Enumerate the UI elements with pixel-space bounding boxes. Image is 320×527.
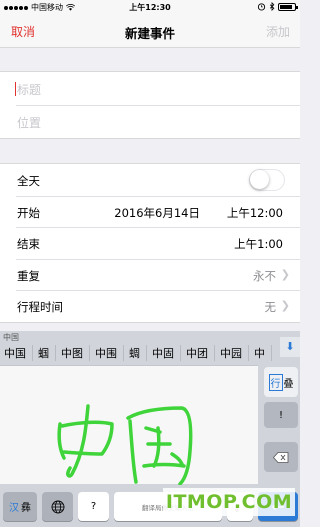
globe-icon: [51, 500, 64, 513]
start-row[interactable]: 开始 2016年6月14日 上午12:00: [0, 195, 300, 228]
delete-key[interactable]: [264, 442, 298, 472]
toggle-knob: [250, 170, 269, 189]
candidate-item[interactable]: 中固: [152, 344, 181, 361]
title-location-group: 标题 位置: [0, 71, 300, 139]
page-title: 新建事件: [124, 26, 175, 41]
all-day-row: 全天: [0, 164, 300, 196]
lang-other: 彝: [21, 503, 31, 514]
all-day-label: 全天: [17, 174, 40, 188]
travel-time-value: 无: [264, 300, 277, 314]
travel-time-row[interactable]: 行程时间 无 ❯: [0, 290, 300, 322]
bluetooth-icon: [269, 2, 275, 11]
title-field[interactable]: 标题: [0, 72, 300, 105]
navigation-bar: 取消 新建事件 添加: [0, 14, 300, 48]
travel-time-label: 行程时间: [17, 300, 63, 314]
globe-key[interactable]: [42, 492, 73, 521]
candidate-bar: 中国蝈中图 中围蜩中固 中团 中园中: [0, 341, 278, 364]
handwriting-strokes: [57, 404, 193, 485]
language-switch-key[interactable]: 汉 彝: [3, 492, 37, 521]
chevron-right-icon: ❯: [280, 299, 290, 312]
end-label: 结束: [17, 237, 40, 251]
end-row[interactable]: 结束 上午1:00: [0, 227, 300, 259]
expand-candidates-button[interactable]: ⬇: [280, 337, 300, 357]
add-button[interactable]: 添加: [266, 23, 290, 40]
repeat-label: 重复: [17, 268, 40, 283]
candidate-item[interactable]: 蝈: [38, 344, 56, 361]
repeat-row[interactable]: 重复 永不 ❯: [0, 258, 300, 291]
location-placeholder: 位置: [17, 116, 42, 130]
event-settings-group: 全天 开始 2016年6月14日 上午12:00 结束 上午1:00 重复 永不…: [0, 163, 300, 323]
lang-active: 汉: [9, 503, 19, 514]
handwriting-area[interactable]: [0, 365, 258, 485]
status-time: 上午12:30: [129, 3, 171, 12]
row-key-active: 行: [268, 373, 283, 391]
start-label: 开始: [17, 205, 40, 220]
question-key[interactable]: ?: [78, 492, 109, 521]
chevron-right-icon: ❯: [280, 267, 290, 281]
all-day-toggle[interactable]: [249, 169, 285, 191]
candidate-item[interactable]: 中: [254, 344, 272, 361]
candidate-item[interactable]: 中国: [4, 344, 33, 361]
text-cursor: [15, 82, 16, 96]
row-key-other: 叠: [283, 378, 294, 390]
exclamation-key[interactable]: !: [264, 402, 298, 428]
status-right: [257, 2, 298, 11]
start-date: 2016年6月14日: [114, 205, 200, 220]
row-switch-key[interactable]: 行 叠: [264, 367, 298, 397]
candidate-item[interactable]: 中图: [61, 344, 90, 361]
start-time: 上午12:00: [226, 205, 283, 220]
watermark: ITMOP.COM: [163, 488, 295, 516]
location-field[interactable]: 位置: [0, 105, 300, 138]
battery-icon: [278, 2, 298, 11]
title-placeholder: 标题: [17, 83, 42, 97]
alarm-icon: [257, 3, 266, 11]
candidate-item[interactable]: 中园: [220, 344, 249, 361]
backspace-icon: [273, 451, 289, 463]
status-bar: 中国移动 上午12:30: [0, 0, 300, 14]
repeat-value: 永不: [253, 268, 276, 283]
candidate-item[interactable]: 中团: [186, 344, 215, 361]
end-time: 上午1:00: [234, 237, 283, 251]
candidate-item[interactable]: 蜩: [129, 344, 147, 361]
candidate-item[interactable]: 中围: [95, 344, 124, 361]
